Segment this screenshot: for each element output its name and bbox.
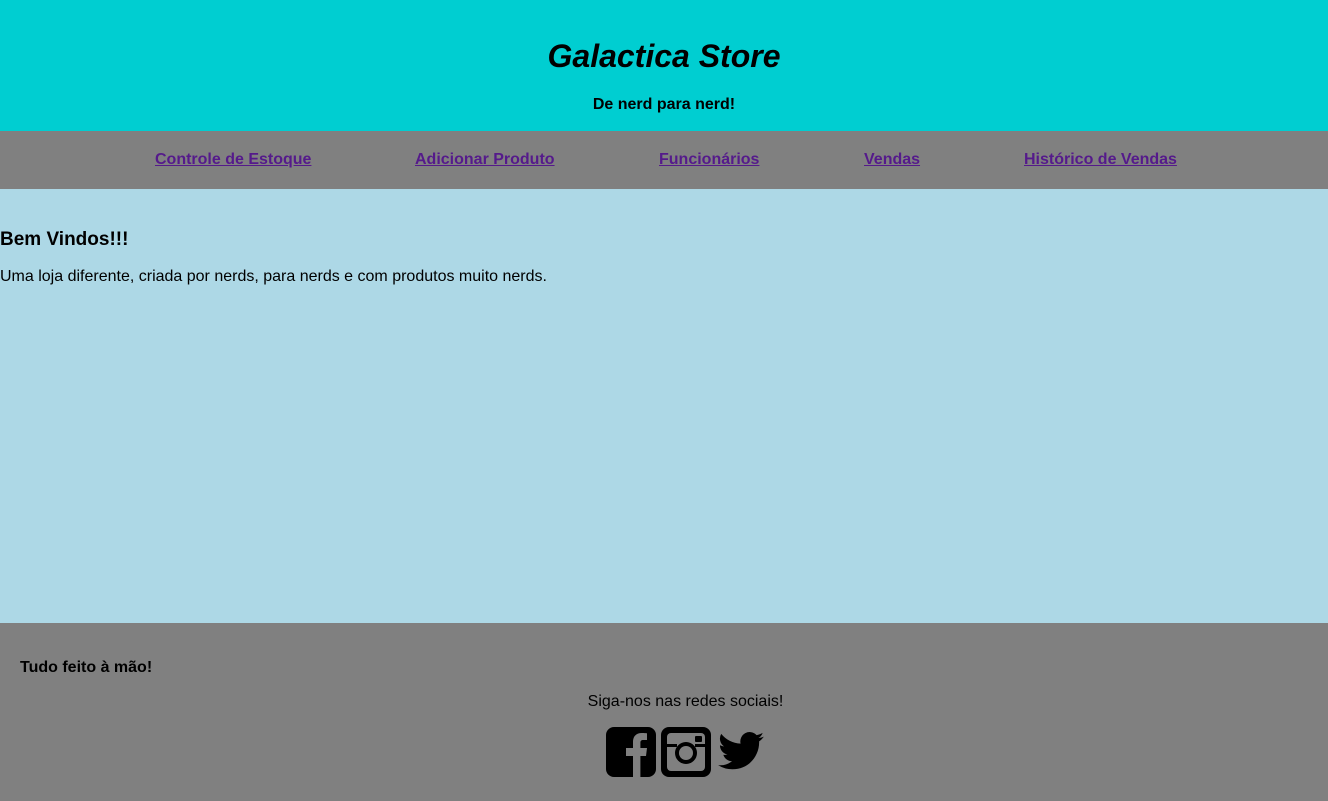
nav-link-historico-de-vendas[interactable]: Histórico de Vendas xyxy=(1024,150,1177,170)
footer-tagline: Tudo feito à mão! xyxy=(20,659,153,676)
social-links xyxy=(606,727,766,777)
main-navigation: Controle de Estoque Adicionar Produto Fu… xyxy=(0,131,1328,189)
nav-link-funcionarios[interactable]: Funcionários xyxy=(659,150,759,170)
twitter-link[interactable] xyxy=(716,727,766,777)
twitter-icon xyxy=(718,732,764,770)
main-content: Bem Vindos!!! Uma loja diferente, criada… xyxy=(0,189,1328,623)
site-subtitle: De nerd para nerd! xyxy=(592,96,736,113)
site-header: Galactica Store De nerd para nerd! xyxy=(0,0,1328,131)
site-footer: Tudo feito à mão! Siga-nos nas redes soc… xyxy=(0,623,1328,801)
facebook-link[interactable] xyxy=(606,727,656,777)
nav-link-controle-de-estoque[interactable]: Controle de Estoque xyxy=(155,150,311,170)
instagram-link[interactable] xyxy=(661,727,711,777)
welcome-text: Uma loja diferente, criada por nerds, pa… xyxy=(0,268,547,285)
nav-link-adicionar-produto[interactable]: Adicionar Produto xyxy=(415,150,555,170)
site-title: Galactica Store xyxy=(547,38,781,74)
facebook-icon xyxy=(606,727,656,777)
instagram-icon xyxy=(661,727,711,777)
nav-link-vendas[interactable]: Vendas xyxy=(864,150,920,170)
welcome-heading: Bem Vindos!!! xyxy=(0,229,129,250)
social-follow-text: Siga-nos nas redes sociais! xyxy=(587,693,784,710)
